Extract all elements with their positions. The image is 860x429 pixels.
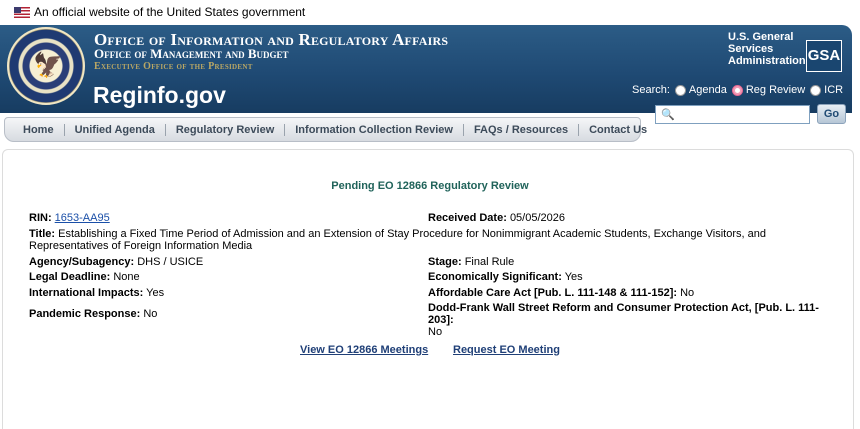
title-field: Title: Establishing a Fixed Time Period … bbox=[29, 228, 829, 252]
agenda-radio[interactable] bbox=[674, 84, 686, 96]
legal-deadline-field: Legal Deadline: None bbox=[29, 271, 140, 283]
icr-radio[interactable] bbox=[810, 84, 822, 96]
review-title: Pending EO 12866 Regulatory Review bbox=[331, 180, 529, 192]
stage-label: Stage: bbox=[428, 256, 462, 268]
reg-review-radio-label[interactable]: Reg Review bbox=[746, 84, 805, 96]
nav-item-unified-agenda[interactable]: Unified Agenda bbox=[65, 123, 166, 136]
nav-item-contact-us[interactable]: Contact Us bbox=[579, 124, 657, 136]
economically-significant-field: Economically Significant: Yes bbox=[428, 271, 583, 283]
eop-title: Executive Office of the President bbox=[94, 61, 253, 72]
view-meetings-link[interactable]: View EO 12866 Meetings bbox=[300, 344, 428, 356]
search-label: Search: bbox=[632, 84, 670, 96]
pandemic-response-value: No bbox=[143, 308, 158, 320]
us-flag-icon bbox=[14, 7, 30, 18]
nav-item-home[interactable]: Home bbox=[13, 123, 65, 136]
gsa-logo[interactable]: GSA bbox=[806, 40, 842, 72]
pandemic-response-label: Pandemic Response: bbox=[29, 308, 141, 320]
nav-item-information-collection-review[interactable]: Information Collection Review bbox=[285, 123, 464, 136]
search-input[interactable]: 🔍 bbox=[655, 105, 810, 124]
received-date-field: Received Date: 05/05/2026 bbox=[428, 212, 565, 224]
omb-title: Office of Management and Budget bbox=[94, 46, 289, 61]
reg-review-radio[interactable] bbox=[731, 84, 743, 96]
stage-field: Stage: Final Rule bbox=[428, 256, 514, 268]
eop-seal-icon: 🦅 bbox=[7, 27, 85, 105]
search-scope: Search: Agenda Reg Review ICR bbox=[632, 84, 843, 96]
search-icon: 🔍 bbox=[661, 109, 675, 121]
rin-label: RIN: bbox=[29, 212, 52, 224]
pandemic-response-field: Pandemic Response: No bbox=[29, 308, 157, 320]
site-name-link[interactable]: Reginfo.gov bbox=[93, 82, 226, 109]
gov-banner-text: An official website of the United States… bbox=[34, 5, 306, 19]
dodd-frank-value: No bbox=[428, 326, 443, 338]
international-impacts-label: International Impacts: bbox=[29, 287, 144, 299]
international-impacts-field: International Impacts: Yes bbox=[29, 287, 164, 299]
eagle-icon: 🦅 bbox=[33, 52, 63, 79]
icr-radio-label[interactable]: ICR bbox=[824, 84, 843, 96]
dodd-frank-label: Dodd-Frank Wall Street Reform and Consum… bbox=[428, 302, 819, 326]
stage-value: Final Rule bbox=[464, 256, 515, 268]
agency-value: DHS / USICE bbox=[137, 256, 204, 268]
title-value: Establishing a Fixed Time Period of Admi… bbox=[29, 228, 766, 252]
received-date-label: Received Date: bbox=[428, 212, 507, 224]
legal-deadline-label: Legal Deadline: bbox=[29, 271, 111, 283]
affordable-care-act-field: Affordable Care Act [Pub. L. 111-148 & 1… bbox=[428, 287, 694, 299]
legal-deadline-value: None bbox=[113, 271, 140, 283]
gov-banner: An official website of the United States… bbox=[0, 0, 860, 24]
affordable-care-act-label: Affordable Care Act [Pub. L. 111-148 & 1… bbox=[428, 287, 678, 299]
economically-significant-value: Yes bbox=[564, 271, 583, 283]
rin-field: RIN: 1653-AA95 bbox=[29, 212, 110, 224]
agency-label: Agency/Subagency: bbox=[29, 256, 135, 268]
request-meeting-link[interactable]: Request EO Meeting bbox=[453, 344, 560, 356]
dodd-frank-field: Dodd-Frank Wall Street Reform and Consum… bbox=[428, 302, 838, 338]
international-impacts-value: Yes bbox=[146, 287, 165, 299]
affordable-care-act-value: No bbox=[680, 287, 695, 299]
economically-significant-label: Economically Significant: bbox=[428, 271, 562, 283]
rin-link[interactable]: 1653-AA95 bbox=[55, 212, 110, 224]
title-label: Title: bbox=[29, 228, 56, 240]
received-date-value: 05/05/2026 bbox=[509, 212, 565, 224]
agenda-radio-label[interactable]: Agenda bbox=[689, 84, 727, 96]
nav-item-faqs-resources[interactable]: FAQs / Resources bbox=[464, 123, 580, 136]
gsa-text: U.S. General Services Administration bbox=[728, 31, 806, 67]
main-nav: Home Unified Agenda Regulatory Review In… bbox=[4, 117, 647, 142]
go-button[interactable]: Go bbox=[817, 104, 846, 124]
nav-item-regulatory-review[interactable]: Regulatory Review bbox=[166, 123, 286, 136]
agency-field: Agency/Subagency: DHS / USICE bbox=[29, 256, 203, 268]
